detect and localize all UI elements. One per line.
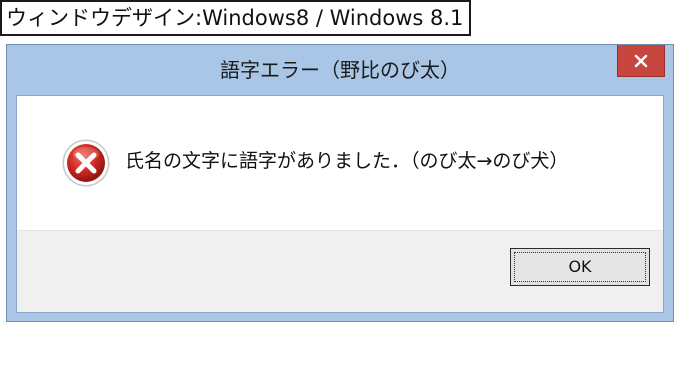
error-icon [62, 139, 110, 187]
button-area: OK [17, 230, 663, 312]
close-button[interactable] [617, 45, 665, 77]
ok-button[interactable]: OK [510, 248, 650, 286]
caption-label: ウィンドウデザイン:Windows8 / Windows 8.1 [0, 0, 472, 36]
close-icon [634, 54, 648, 67]
ok-button-label: OK [514, 252, 646, 282]
dialog-title: 語字エラー（野比のび太） [220, 58, 460, 82]
message-area: 氏名の文字に語字がありました．（のび太→のび犬） [17, 96, 663, 230]
title-bar[interactable]: 語字エラー（野比のび太） [7, 45, 673, 95]
error-message: 氏名の文字に語字がありました．（のび太→のび犬） [125, 150, 569, 172]
dialog-client-area: 氏名の文字に語字がありました．（のび太→のび犬） OK [16, 95, 664, 313]
dialog-window: 語字エラー（野比のび太） 氏名の文字に語字がありました．（のび太→のび犬） OK [6, 44, 674, 322]
